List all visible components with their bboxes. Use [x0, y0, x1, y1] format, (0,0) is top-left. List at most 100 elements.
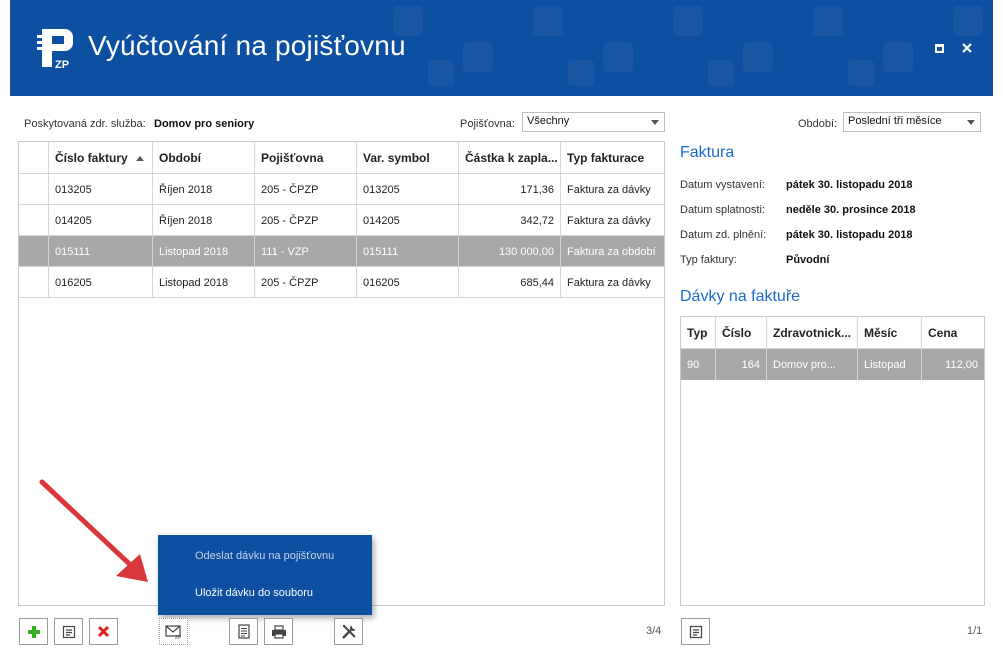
- zp-logo-icon: ZP: [37, 29, 73, 71]
- chevron-down-icon: [967, 120, 975, 125]
- column-header-cena[interactable]: Cena: [922, 317, 984, 348]
- edit-icon: [62, 625, 75, 638]
- cell-var-symbol: 014205: [357, 205, 459, 235]
- cell-typ: 90: [681, 349, 716, 380]
- cell-typ: Faktura za dávky: [567, 184, 651, 196]
- cell-pojistovna: 205 - ČPZP: [255, 174, 357, 204]
- batches-title: Dávky na faktuře: [680, 288, 801, 305]
- field-label: Datum splatnosti:: [680, 204, 765, 216]
- svg-text:ZP: ZP: [175, 635, 182, 639]
- cell-castka: 130 000,00: [459, 236, 561, 266]
- column-header-cislo[interactable]: Číslo: [716, 317, 767, 348]
- table-row[interactable]: 016205 Listopad 2018 205 - ČPZP 016205 6…: [19, 267, 664, 298]
- header-pattern: [393, 6, 983, 86]
- cell-var-symbol: 013205: [357, 174, 459, 204]
- table-row[interactable]: 013205 Říjen 2018 205 - ČPZP 013205 171,…: [19, 174, 664, 205]
- window-header: ZP Vyúčtování na pojišťovnu: [10, 0, 993, 96]
- column-header-typ[interactable]: Typ: [681, 317, 716, 348]
- document-button[interactable]: [229, 618, 258, 645]
- logo-text: ZP: [55, 59, 69, 71]
- invoices-count: 3/4: [646, 625, 662, 637]
- insurer-select-value: Všechny: [527, 115, 570, 127]
- menu-item-send-batch[interactable]: Odeslat dávku na pojišťovnu: [195, 550, 334, 562]
- invoice-detail-title: Faktura: [680, 144, 735, 161]
- row-indicator: [19, 236, 49, 266]
- field-value: neděle 30. prosince 2018: [786, 204, 916, 216]
- field-label: Datum vystavení:: [680, 179, 765, 191]
- annotation-arrow: [39, 479, 148, 582]
- tools-button[interactable]: [334, 618, 363, 645]
- column-header-var-symbol[interactable]: Var. symbol: [357, 142, 459, 173]
- delete-icon: [97, 625, 110, 638]
- cell-castka: 171,36: [459, 174, 561, 204]
- period-select-value: Poslední tři měsíce: [848, 115, 942, 127]
- insurer-label: Pojišťovna:: [460, 118, 515, 130]
- field-value: pátek 30. listopadu 2018: [786, 179, 913, 191]
- column-header-mesic[interactable]: Měsíc: [858, 317, 922, 348]
- batch-edit-button[interactable]: [681, 618, 710, 645]
- cell-obdobi: Říjen 2018: [153, 174, 255, 204]
- field-value: Původní: [786, 254, 830, 266]
- cell-obdobi: Listopad 2018: [153, 236, 255, 266]
- period-select[interactable]: Poslední tři měsíce: [843, 112, 981, 132]
- close-button[interactable]: [961, 42, 973, 54]
- print-icon: [271, 624, 286, 639]
- cell-typ: Faktura za dávky: [567, 215, 651, 227]
- cell-pojistovna: 111 - VZP: [255, 236, 357, 266]
- add-icon: [27, 625, 40, 638]
- chevron-down-icon: [651, 120, 659, 125]
- sort-asc-icon: [135, 156, 144, 161]
- cell-typ: Faktura za období: [567, 246, 656, 258]
- period-label: Období:: [798, 118, 838, 130]
- service-label: Poskytovaná zdr. služba:: [24, 118, 146, 130]
- table-row[interactable]: 014205 Říjen 2018 205 - ČPZP 014205 342,…: [19, 205, 664, 236]
- cell-pojistovna: 205 - ČPZP: [255, 267, 357, 297]
- row-indicator: [19, 205, 49, 235]
- context-menu: Odeslat dávku na pojišťovnu Uložit dávku…: [158, 535, 372, 615]
- column-header-zdravotnicke[interactable]: Zdravotnick...: [767, 317, 858, 348]
- insurer-select[interactable]: Všechny: [522, 112, 665, 132]
- delete-button[interactable]: [89, 618, 118, 645]
- column-header-castka[interactable]: Částka k zapla...: [459, 142, 561, 173]
- cell-cislo: 013205: [49, 174, 153, 204]
- table-row-selected[interactable]: 90 164 Domov pro... Listopad 112,00: [681, 349, 984, 380]
- field-label: Datum zd. plnění:: [680, 229, 767, 241]
- column-header-indicator[interactable]: [19, 142, 49, 173]
- cell-mesic: Listopad: [858, 349, 922, 380]
- print-button[interactable]: [264, 618, 293, 645]
- mail-icon: ZP: [164, 624, 182, 639]
- cell-obdobi: Říjen 2018: [153, 205, 255, 235]
- invoices-header-row: Číslo faktury Období Pojišťovna Var. sym…: [19, 142, 664, 174]
- cell-zdravotnicke: Domov pro...: [767, 349, 858, 380]
- cell-cislo: 014205: [49, 205, 153, 235]
- tools-icon: [341, 624, 356, 639]
- batches-grid: Typ Číslo Zdravotnick... Měsíc Cena 90 1…: [680, 316, 985, 606]
- batches-header-row: Typ Číslo Zdravotnick... Měsíc Cena: [681, 317, 984, 349]
- cell-pojistovna: 205 - ČPZP: [255, 205, 357, 235]
- cell-var-symbol: 015111: [357, 236, 459, 266]
- cell-cislo: 015111: [49, 236, 153, 266]
- row-indicator: [19, 267, 49, 297]
- cell-cena: 112,00: [945, 359, 978, 371]
- window-title: Vyúčtování na pojišťovnu: [88, 30, 406, 61]
- table-row-selected[interactable]: 015111 Listopad 2018 111 - VZP 015111 13…: [19, 236, 664, 267]
- send-batch-button[interactable]: ZP: [159, 618, 188, 645]
- menu-item-save-batch[interactable]: Uložit dávku do souboru: [195, 587, 313, 599]
- column-header-pojistovna[interactable]: Pojišťovna: [255, 142, 357, 173]
- field-value: pátek 30. listopadu 2018: [786, 229, 913, 241]
- column-header-cislo[interactable]: Číslo faktury: [49, 142, 153, 173]
- edit-icon: [689, 625, 702, 638]
- maximize-button[interactable]: [933, 42, 945, 54]
- add-button[interactable]: [19, 618, 48, 645]
- cell-cislo: 164: [716, 349, 767, 380]
- column-header-obdobi[interactable]: Období: [153, 142, 255, 173]
- document-icon: [237, 624, 250, 639]
- cell-obdobi: Listopad 2018: [153, 267, 255, 297]
- cell-var-symbol: 016205: [357, 267, 459, 297]
- column-header-typ[interactable]: Typ fakturace: [561, 142, 664, 173]
- service-value: Domov pro seniory: [154, 118, 255, 130]
- batches-count: 1/1: [967, 625, 983, 637]
- edit-button[interactable]: [54, 618, 83, 645]
- cell-typ: Faktura za dávky: [567, 277, 651, 289]
- cell-castka: 685,44: [459, 267, 561, 297]
